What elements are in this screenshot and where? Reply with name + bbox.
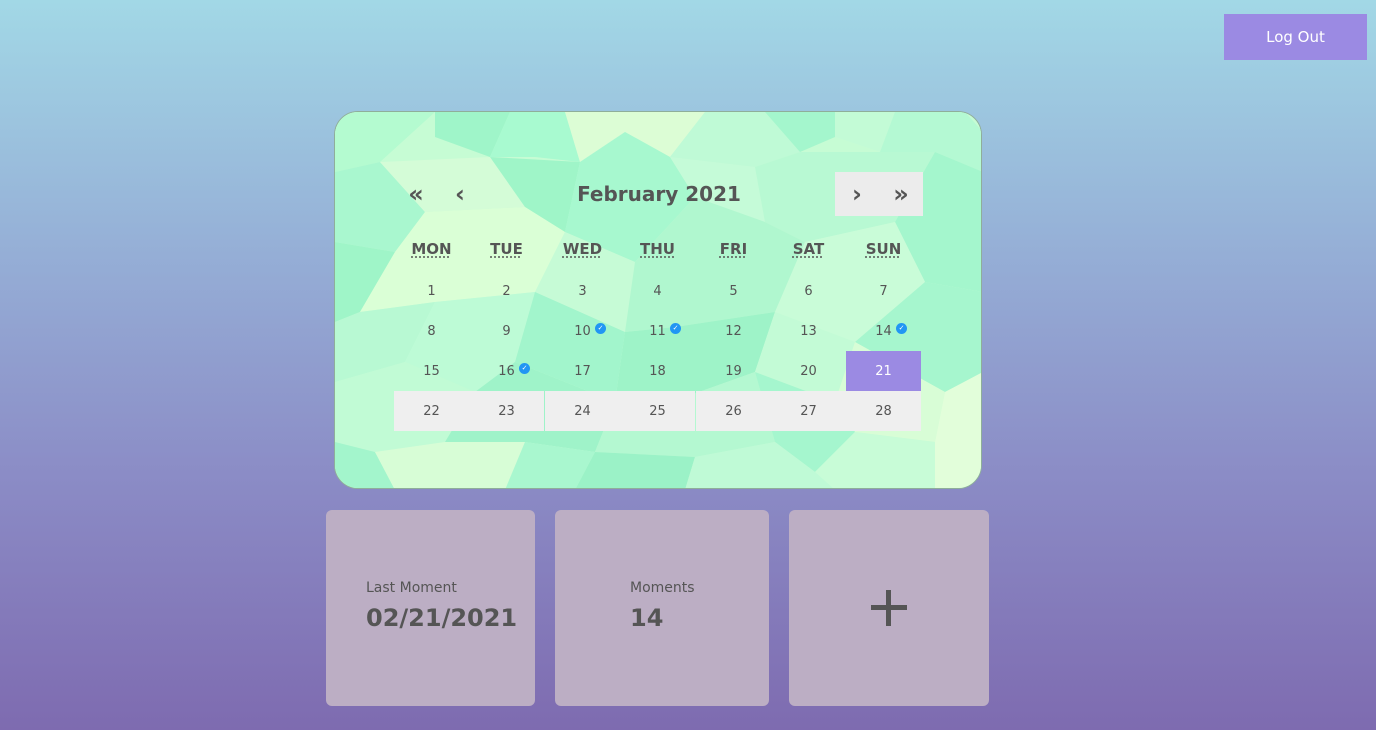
calendar-day[interactable]: 1: [394, 271, 469, 311]
weekday-label: FRI: [719, 240, 748, 258]
weekday-label: SAT: [792, 240, 825, 258]
day-number: 21: [875, 363, 892, 379]
calendar-day[interactable]: 4: [620, 271, 695, 311]
day-number: 27: [800, 403, 817, 419]
next-year-button[interactable]: »: [879, 172, 923, 216]
prev-month-button[interactable]: ‹: [438, 172, 482, 216]
day-number: 20: [800, 363, 817, 379]
calendar-day[interactable]: 18: [620, 351, 695, 391]
moments-count-value: 14: [630, 604, 664, 632]
calendar-day[interactable]: 20: [771, 351, 846, 391]
calendar-day[interactable]: 15: [394, 351, 469, 391]
calendar-day[interactable]: 27: [771, 391, 846, 431]
calendar-day[interactable]: 28: [846, 391, 921, 431]
calendar-day[interactable]: 9: [469, 311, 544, 351]
day-number: 6: [804, 283, 813, 299]
month-title[interactable]: February 2021: [535, 172, 783, 216]
last-moment-label: Last Moment: [366, 580, 457, 596]
day-number: 1: [427, 283, 436, 299]
calendar-day[interactable]: 5: [696, 271, 771, 311]
last-moment-value: 02/21/2021: [366, 604, 518, 632]
day-number: 13: [800, 323, 817, 339]
weekday-header: MON: [394, 240, 469, 264]
day-number: 14: [875, 323, 892, 339]
calendar-day[interactable]: 24: [545, 391, 620, 431]
day-number: 28: [875, 403, 892, 419]
moments-count-card: Moments 14: [555, 510, 769, 706]
moment-check-icon: ✓: [595, 323, 606, 334]
calendar-day[interactable]: 12: [696, 311, 771, 351]
calendar-day[interactable]: 11 ✓: [620, 311, 695, 351]
prev-year-button[interactable]: «: [394, 172, 438, 216]
day-number: 5: [729, 283, 738, 299]
moments-count-label: Moments: [630, 580, 695, 596]
day-number: 15: [423, 363, 440, 379]
plus-icon: [789, 510, 989, 706]
day-number: 17: [574, 363, 591, 379]
weekday-header: WED: [545, 240, 620, 264]
weekday-label: MON: [411, 240, 452, 258]
day-number: 2: [502, 283, 511, 299]
weekday-label: SUN: [865, 240, 902, 258]
next-month-button[interactable]: ›: [835, 172, 879, 216]
weekday-label: THU: [640, 240, 675, 258]
day-number: 23: [498, 403, 515, 419]
calendar-day[interactable]: 2: [469, 271, 544, 311]
day-number: 4: [653, 283, 662, 299]
day-number: 3: [578, 283, 587, 299]
moment-check-icon: ✓: [670, 323, 681, 334]
calendar-day[interactable]: 21: [846, 351, 921, 391]
weekday-label: TUE: [490, 240, 523, 258]
day-number: 7: [879, 283, 888, 299]
weekday-header: TUE: [469, 240, 544, 264]
calendar-day[interactable]: 25: [620, 391, 695, 431]
calendar-day[interactable]: 23: [469, 391, 544, 431]
weekday-header: THU: [620, 240, 695, 264]
day-number: 9: [502, 323, 511, 339]
logout-button[interactable]: Log Out: [1224, 14, 1367, 60]
day-number: 26: [725, 403, 742, 419]
calendar-day[interactable]: 14 ✓: [846, 311, 921, 351]
day-number: 10: [574, 323, 591, 339]
calendar-day[interactable]: 26: [696, 391, 771, 431]
calendar: « ‹ February 2021 › » MON TUE WED THU FRI SAT…: [334, 111, 982, 489]
day-number: 25: [649, 403, 666, 419]
moment-check-icon: ✓: [896, 323, 907, 334]
weekday-header: SUN: [846, 240, 921, 264]
weekday-header: FRI: [696, 240, 771, 264]
calendar-day[interactable]: 19: [696, 351, 771, 391]
moment-check-icon: ✓: [519, 363, 530, 374]
add-moment-button[interactable]: [789, 510, 989, 706]
weekday-header: SAT: [771, 240, 846, 264]
last-moment-card: Last Moment 02/21/2021: [326, 510, 535, 706]
calendar-day[interactable]: 22: [394, 391, 469, 431]
day-number: 22: [423, 403, 440, 419]
calendar-day[interactable]: 8: [394, 311, 469, 351]
calendar-day[interactable]: 10 ✓: [545, 311, 620, 351]
day-number: 16: [498, 363, 515, 379]
day-number: 18: [649, 363, 666, 379]
calendar-day[interactable]: 3: [545, 271, 620, 311]
weekday-label: WED: [562, 240, 603, 258]
calendar-day[interactable]: 6: [771, 271, 846, 311]
calendar-day[interactable]: 17: [545, 351, 620, 391]
calendar-day[interactable]: 16 ✓: [469, 351, 544, 391]
day-number: 24: [574, 403, 591, 419]
day-number: 12: [725, 323, 742, 339]
day-number: 19: [725, 363, 742, 379]
day-number: 8: [427, 323, 436, 339]
calendar-day[interactable]: 13: [771, 311, 846, 351]
day-number: 11: [649, 323, 666, 339]
calendar-day[interactable]: 7: [846, 271, 921, 311]
